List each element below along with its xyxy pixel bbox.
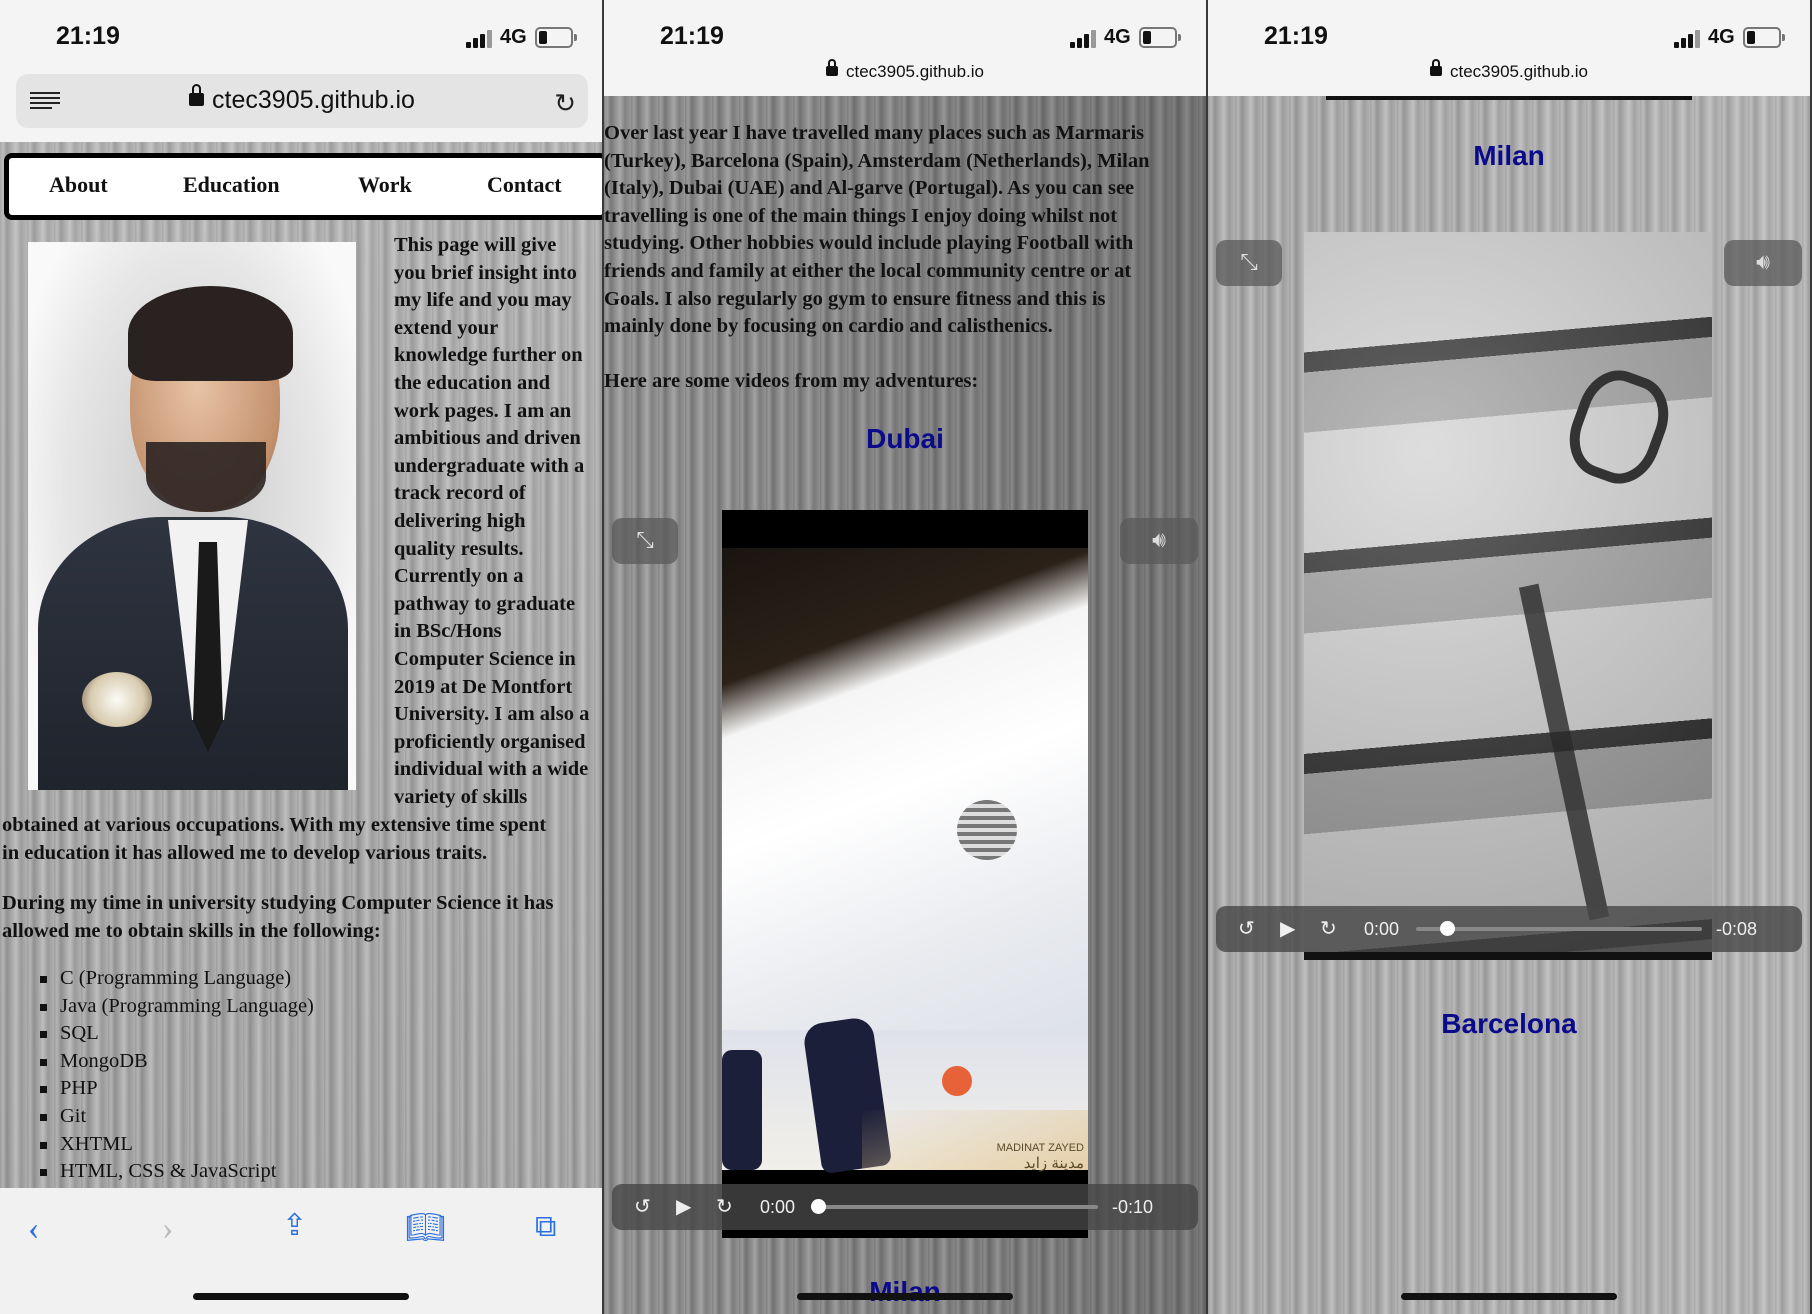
intro-text: This page will give you brief insight int… [394,234,590,808]
site-navigation: About Education Work Contact [4,153,602,220]
video-watermark: MADINAT ZAYED [996,1142,1084,1154]
skills-list: C (Programming Language) Java (Programmi… [40,965,314,1186]
intro-text-continued: obtained at various occupations. With my… [2,814,547,864]
address-bar[interactable]: ctec3905.github.io ↻ [16,74,588,128]
video-watermark-arabic: مدينة زايد [1023,1155,1084,1172]
battery-icon [1139,27,1181,48]
battery-icon [535,27,577,48]
volume-icon[interactable]: 🔊︎ [1724,240,1802,286]
nav-about[interactable]: About [49,172,108,198]
signal-icon [1070,28,1100,48]
skills-intro: During my time in university studying Co… [2,892,554,942]
list-item: HTML, CSS & JavaScript [40,1158,314,1186]
travel-paragraph: Over last year I have travelled many pla… [604,122,1150,338]
list-item: PHP [40,1075,314,1103]
list-item: Java (Programming Language) [40,993,314,1021]
video-remaining-time: -0:10 [1112,1197,1154,1217]
status-time: 21:19 [56,22,120,50]
lock-icon [1430,58,1442,76]
video-progress-knob[interactable] [811,1199,826,1214]
home-indicator [193,1293,409,1300]
lock-icon [189,83,205,106]
skip-forward-15-icon[interactable]: ↻ [716,1194,733,1218]
network-type: 4G [1708,26,1735,48]
skip-forward-15-icon[interactable]: ↻ [1320,916,1337,940]
url-text[interactable]: ctec3905.github.io [212,86,415,114]
volume-icon[interactable]: 🔊︎ [1120,518,1198,564]
video-controls-dubai: ↺ ▶ ↻ 0:00 -0:10 [612,1184,1198,1230]
skip-back-15-icon[interactable]: ↺ [634,1194,651,1218]
phone-screen-travel: 21:19 4G ctec3905.github.io Over last ye… [604,0,1206,1314]
play-icon[interactable]: ▶ [1280,916,1295,940]
profile-photo [28,242,356,790]
lock-icon [826,58,838,76]
network-type: 4G [500,26,527,48]
status-time: 21:19 [1264,22,1328,50]
video-progress-track[interactable] [812,1205,1098,1209]
list-item: Git [40,1103,314,1131]
video-progress-track[interactable] [1416,927,1702,931]
signal-icon [466,28,496,48]
fullscreen-icon[interactable]: ⤡ [612,518,678,564]
reload-icon[interactable]: ↻ [554,88,576,119]
phone-screen-about: 21:19 4G ctec3905.github.io ↻ About Educ… [0,0,602,1314]
video-title-milan: Milan [869,1276,941,1307]
video-current-time: 0:00 [760,1197,796,1217]
browser-chrome: 21:19 4G ctec3905.github.io [604,0,1206,96]
url-text[interactable]: ctec3905.github.io [1450,62,1588,81]
video-title-barcelona: Barcelona [1441,1008,1577,1039]
home-indicator [797,1293,1013,1300]
status-time: 21:19 [660,22,724,50]
video-remaining-time: -0:08 [1716,919,1758,939]
phone-screen-videos: 21:19 4G ctec3905.github.io Milan ⤡ 🔊︎ ↺… [1208,0,1810,1314]
forward-icon: › [162,1210,174,1247]
browser-chrome: 21:19 4G ctec3905.github.io ↻ [0,0,602,142]
video-milan[interactable] [1304,232,1712,960]
browser-chrome: 21:19 4G ctec3905.github.io [1208,0,1810,96]
signal-icon [1674,28,1704,48]
fullscreen-icon[interactable]: ⤡ [1216,240,1282,286]
video-title-milan: Milan [1473,140,1545,171]
videos-intro: Here are some videos from my adventures: [604,370,979,392]
list-item: SQL [40,1020,314,1048]
bookmarks-icon[interactable]: 📖︎ [405,1208,446,1246]
video-progress-knob[interactable] [1440,921,1455,936]
share-icon[interactable]: ⇪ [282,1208,307,1243]
play-icon[interactable]: ▶ [676,1194,691,1218]
list-item: C (Programming Language) [40,965,314,993]
home-indicator [1401,1293,1617,1300]
nav-work[interactable]: Work [358,172,412,198]
url-text[interactable]: ctec3905.github.io [846,62,984,81]
nav-education[interactable]: Education [183,172,280,198]
video-current-time: 0:00 [1364,919,1400,939]
skip-back-15-icon[interactable]: ↺ [1238,916,1255,940]
back-icon[interactable]: ‹ [28,1210,39,1248]
list-item: XHTML [40,1131,314,1159]
tabs-icon[interactable]: ⧉ [535,1210,556,1244]
video-dubai[interactable]: MADINAT ZAYED مدينة زايد [722,510,1088,1238]
video-controls-milan: ↺ ▶ ↻ 0:00 -0:08 [1216,906,1802,952]
network-type: 4G [1104,26,1131,48]
list-item: MongoDB [40,1048,314,1076]
video-title-dubai: Dubai [866,423,944,454]
nav-contact[interactable]: Contact [487,172,562,198]
battery-icon [1743,27,1785,48]
